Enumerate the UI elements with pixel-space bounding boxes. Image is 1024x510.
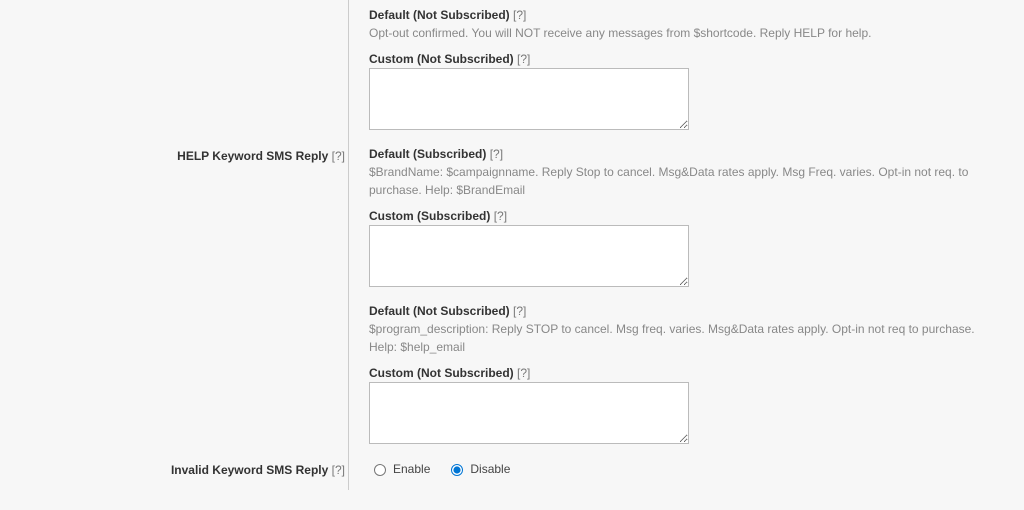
- help-icon[interactable]: [?]: [332, 463, 345, 477]
- custom-not-subscribed-label-2: Custom (Not Subscribed) [?]: [369, 366, 1004, 380]
- custom-not-subscribed-label-1: Custom (Not Subscribed) [?]: [369, 52, 1004, 66]
- default-subscribed-text: $BrandName: $campaignname. Reply Stop to…: [369, 163, 1004, 199]
- disable-radio[interactable]: [451, 464, 463, 476]
- default-not-subscribed-label-2: Default (Not Subscribed) [?]: [369, 304, 1004, 318]
- help-keyword-label: HELP Keyword SMS Reply [?]: [140, 147, 357, 163]
- custom-subscribed-label: Custom (Subscribed) [?]: [369, 209, 1004, 223]
- disable-option[interactable]: Disable: [446, 461, 510, 476]
- label-text: Custom (Not Subscribed): [369, 52, 514, 66]
- help-icon[interactable]: [?]: [494, 209, 507, 223]
- label-text: Invalid Keyword SMS Reply: [171, 463, 328, 477]
- disable-label-text: Disable: [470, 462, 510, 476]
- enable-label-text: Enable: [393, 462, 430, 476]
- label-text: Default (Not Subscribed): [369, 8, 510, 22]
- help-icon[interactable]: [?]: [517, 52, 530, 66]
- enable-option[interactable]: Enable: [369, 461, 430, 476]
- invalid-keyword-label: Invalid Keyword SMS Reply [?]: [140, 461, 357, 477]
- help-icon[interactable]: [?]: [332, 149, 345, 163]
- label-text: HELP Keyword SMS Reply: [177, 149, 328, 163]
- label-text: Default (Subscribed): [369, 147, 486, 161]
- help-default-not-subscribed-block: Default (Not Subscribed) [?] $program_de…: [369, 304, 1004, 447]
- default-not-subscribed-block-1: Default (Not Subscribed) [?] Opt-out con…: [369, 8, 1004, 133]
- custom-not-subscribed-textarea-1[interactable]: [369, 68, 689, 130]
- help-icon[interactable]: [?]: [490, 147, 503, 161]
- label-text: Default (Not Subscribed): [369, 304, 510, 318]
- default-not-subscribed-label-1: Default (Not Subscribed) [?]: [369, 8, 1004, 22]
- help-icon[interactable]: [?]: [513, 304, 526, 318]
- default-not-subscribed-text-1: Opt-out confirmed. You will NOT receive …: [369, 24, 1004, 42]
- custom-subscribed-textarea[interactable]: [369, 225, 689, 287]
- label-text: Custom (Subscribed): [369, 209, 490, 223]
- label-text: Custom (Not Subscribed): [369, 366, 514, 380]
- help-default-subscribed-block: Default (Subscribed) [?] $BrandName: $ca…: [369, 147, 1004, 290]
- default-subscribed-label: Default (Subscribed) [?]: [369, 147, 1004, 161]
- vertical-divider: [348, 0, 349, 490]
- invalid-keyword-radio-group: Enable Disable: [369, 461, 1004, 476]
- help-icon[interactable]: [?]: [513, 8, 526, 22]
- custom-not-subscribed-textarea-2[interactable]: [369, 382, 689, 444]
- enable-radio[interactable]: [374, 464, 386, 476]
- help-icon[interactable]: [?]: [517, 366, 530, 380]
- default-not-subscribed-text-2: $program_description: Reply STOP to canc…: [369, 320, 1004, 356]
